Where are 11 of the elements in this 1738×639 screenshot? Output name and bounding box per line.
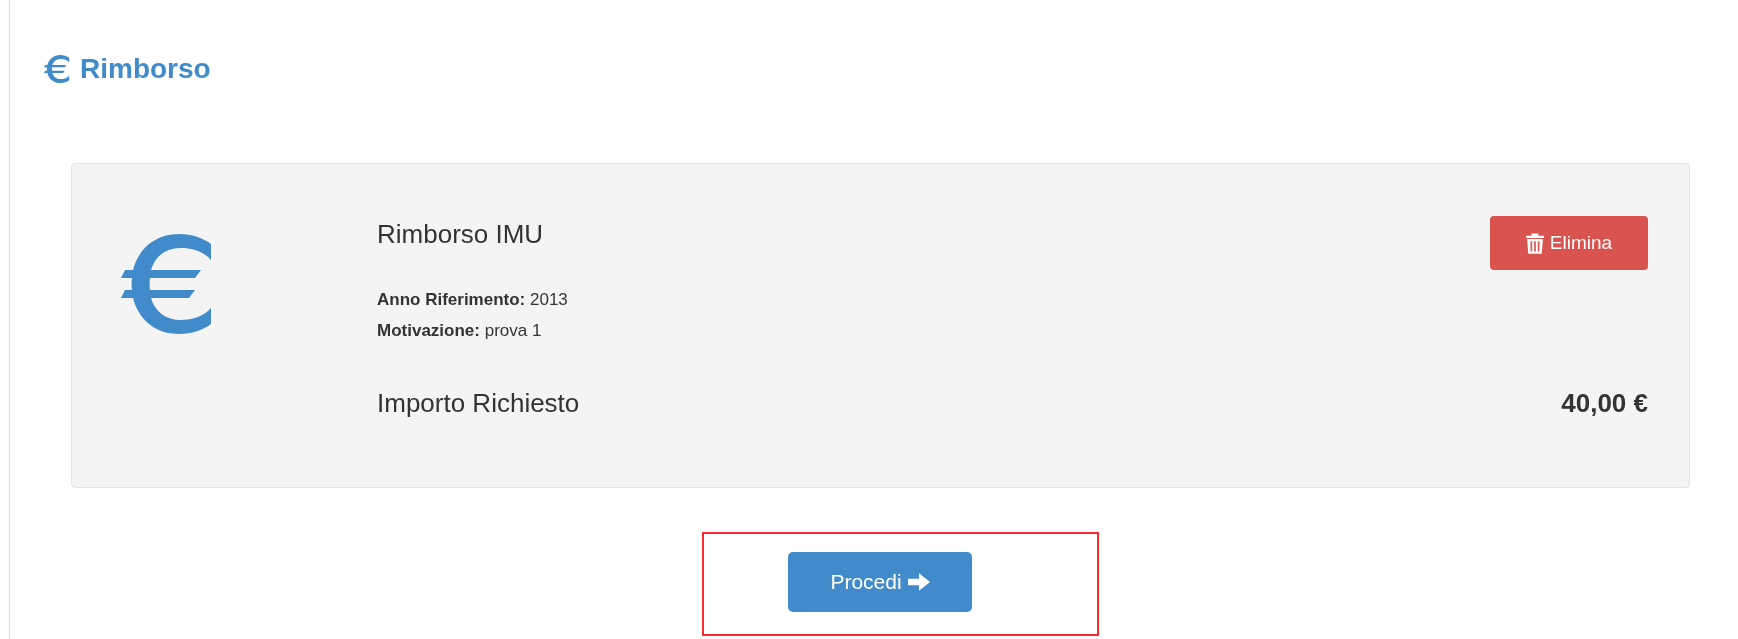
amount-label: Importo Richiesto [377, 387, 580, 420]
euro-icon [44, 54, 72, 84]
detail-line: Anno Riferimento: 2013 [377, 289, 569, 311]
amount-value: 40,00 € [1561, 387, 1648, 420]
detail-line: Motivazione: prova 1 [377, 320, 543, 342]
arrow-right-icon [907, 573, 930, 591]
proceed-button[interactable]: Procedi [788, 552, 972, 612]
trash-icon [1525, 232, 1544, 254]
request-title: Rimborso IMU [377, 218, 544, 251]
page-title: Rimborso [80, 55, 211, 83]
delete-button[interactable]: Elimina [1490, 216, 1648, 270]
